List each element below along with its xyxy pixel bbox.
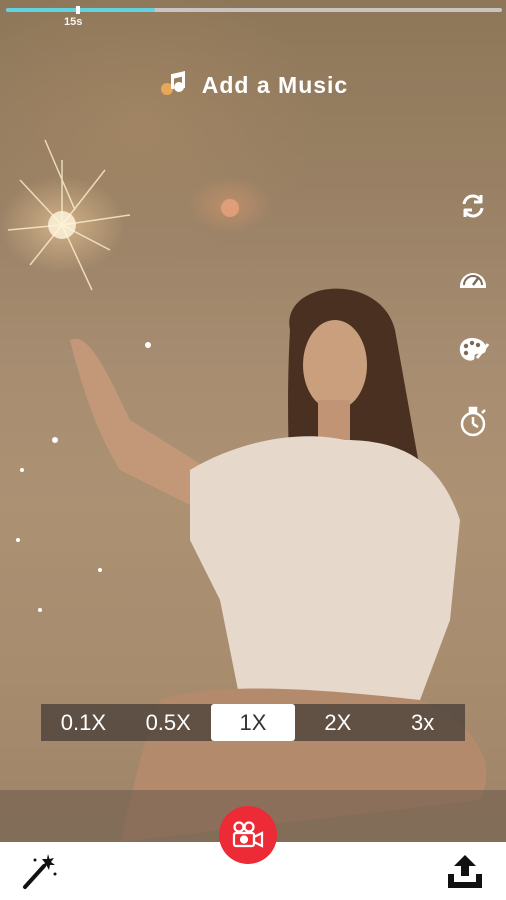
- refresh-icon: [462, 194, 484, 218]
- speed-option-0.1x[interactable]: 0.1X: [41, 704, 126, 741]
- duration-label: 15s: [64, 16, 83, 28]
- minimum-duration-marker: [76, 6, 80, 14]
- speed-option-3x[interactable]: 3x: [380, 704, 465, 741]
- speed-option-2x[interactable]: 2X: [295, 704, 380, 741]
- side-toolbar: [453, 186, 493, 474]
- speed-option-0.5x[interactable]: 0.5X: [126, 704, 211, 741]
- progress-fill: [6, 8, 155, 12]
- timer-button[interactable]: [453, 402, 493, 442]
- add-music-label: Add a Music: [201, 72, 349, 98]
- add-music-button[interactable]: Add a Music: [0, 68, 506, 103]
- camera-screen: 15s Add a Music 0.1X 0.5X 1X 2X 3x: [0, 0, 506, 900]
- filters-button[interactable]: [453, 330, 493, 370]
- palette-icon: [459, 338, 489, 361]
- upload-icon: [448, 855, 482, 888]
- magic-wand-icon: [23, 854, 57, 889]
- speed-selector: 0.1X 0.5X 1X 2X 3x: [41, 704, 465, 741]
- speedometer-icon: [460, 273, 486, 288]
- recording-progress: [6, 6, 502, 14]
- speed-option-1x[interactable]: 1X: [210, 704, 296, 741]
- switch-camera-button[interactable]: [453, 186, 493, 226]
- effects-button[interactable]: [20, 852, 60, 892]
- music-note-icon: [158, 68, 188, 103]
- upload-button[interactable]: [444, 852, 486, 892]
- video-camera-icon: [232, 821, 264, 848]
- record-button[interactable]: [219, 806, 277, 864]
- stopwatch-icon: [460, 406, 486, 437]
- speed-button[interactable]: [453, 258, 493, 298]
